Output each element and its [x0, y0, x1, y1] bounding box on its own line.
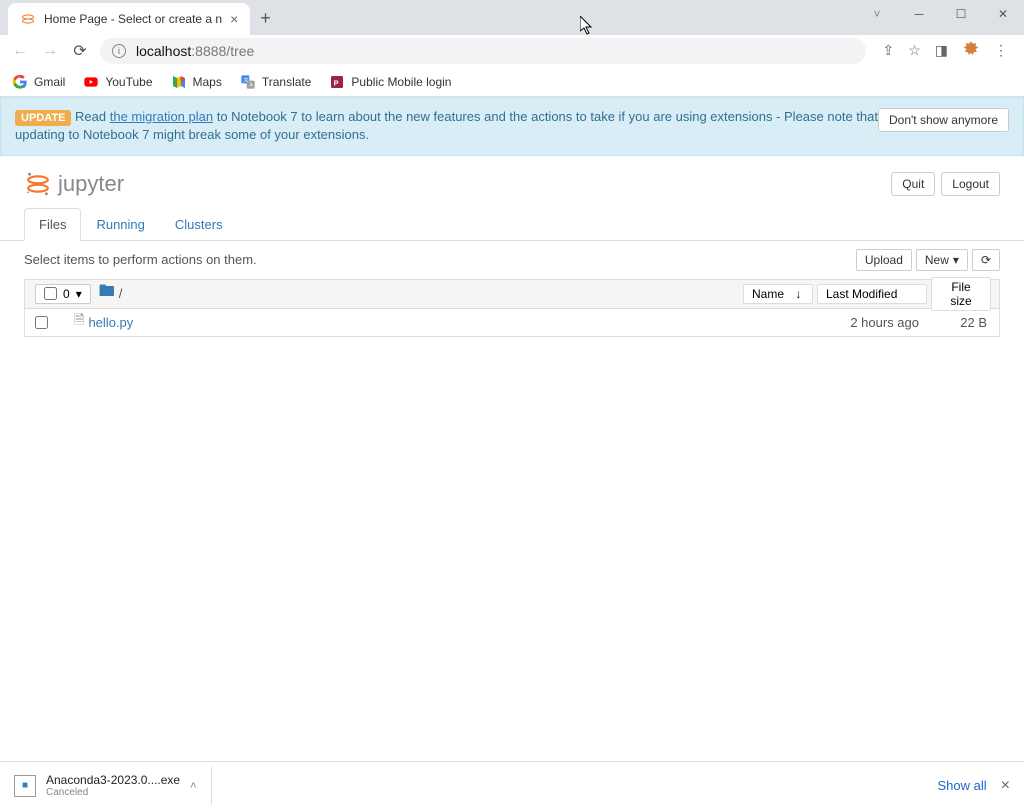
- dismiss-banner-button[interactable]: Don't show anymore: [878, 108, 1009, 132]
- bookmark-maps[interactable]: Maps: [171, 74, 222, 90]
- download-file-icon: ■: [14, 775, 36, 797]
- column-file-size[interactable]: File size: [931, 277, 991, 311]
- file-icon: 🗎: [74, 311, 84, 333]
- chevron-up-icon[interactable]: ˄: [190, 780, 196, 792]
- bookmark-gmail[interactable]: Gmail: [12, 74, 65, 90]
- download-filename: Anaconda3-2023.0....exe: [46, 773, 180, 787]
- browser-tab[interactable]: Home Page - Select or create a n ×: [8, 3, 250, 35]
- tab-files[interactable]: Files: [24, 208, 81, 241]
- url-domain: localhost: [136, 43, 191, 59]
- jupyter-logo-icon: [24, 170, 52, 198]
- upload-button[interactable]: Upload: [856, 249, 912, 271]
- file-list-header: 0 ▾ 🖿 / Name ↓ Last Modified File size: [24, 279, 1000, 309]
- tab-clusters[interactable]: Clusters: [160, 208, 238, 241]
- new-tab-button[interactable]: +: [260, 8, 271, 35]
- tab-search-icon[interactable]: ˅: [856, 0, 898, 28]
- bookmarks-bar: Gmail YouTube Maps 文A Translate P Public…: [0, 67, 1024, 97]
- tab-title: Home Page - Select or create a n: [44, 12, 222, 26]
- share-icon[interactable]: ⇪: [882, 42, 894, 59]
- file-size: 22 B: [931, 315, 991, 330]
- selection-count: 0: [63, 287, 70, 301]
- toolbar-hint: Select items to perform actions on them.: [24, 252, 257, 267]
- select-all-checkbox[interactable]: [44, 287, 57, 300]
- folder-icon[interactable]: 🖿: [99, 280, 115, 307]
- close-window-button[interactable]: ✕: [982, 0, 1024, 28]
- update-badge: UPDATE: [15, 110, 71, 126]
- forward-button[interactable]: →: [40, 42, 60, 60]
- quit-button[interactable]: Quit: [891, 172, 935, 196]
- download-status: Canceled: [46, 787, 180, 798]
- window-controls: ˅ ─ ☐ ✕: [856, 0, 1024, 28]
- bookmark-translate[interactable]: 文A Translate: [240, 74, 312, 90]
- google-g-icon: [12, 74, 28, 90]
- youtube-icon: [83, 74, 99, 90]
- minimize-button[interactable]: ─: [898, 0, 940, 28]
- maximize-button[interactable]: ☐: [940, 0, 982, 28]
- banner-message: UPDATE Read the migration plan to Notebo…: [15, 108, 878, 145]
- main-tabs: Files Running Clusters: [0, 208, 1024, 241]
- browser-tab-strip: Home Page - Select or create a n × + ˅ ─…: [0, 0, 1024, 35]
- public-mobile-icon: P: [329, 74, 345, 90]
- download-item[interactable]: ■ Anaconda3-2023.0....exe Canceled ˄: [14, 767, 212, 805]
- caret-down-icon: ▾: [953, 253, 959, 267]
- refresh-icon: ⟳: [981, 253, 991, 267]
- file-row[interactable]: 🗎 hello.py 2 hours ago 22 B: [24, 309, 1000, 337]
- new-dropdown-button[interactable]: New▾: [916, 249, 968, 271]
- site-info-icon[interactable]: i: [112, 44, 126, 58]
- select-all-control[interactable]: 0 ▾: [35, 284, 91, 304]
- back-button[interactable]: ←: [10, 42, 30, 60]
- file-browser: 0 ▾ 🖿 / Name ↓ Last Modified File size 🗎…: [0, 279, 1024, 347]
- update-banner: UPDATE Read the migration plan to Notebo…: [0, 97, 1024, 156]
- svg-text:A: A: [249, 82, 253, 88]
- menu-dots-icon[interactable]: ⋮: [994, 42, 1008, 59]
- close-download-bar-icon[interactable]: ×: [1001, 777, 1010, 795]
- bookmark-youtube[interactable]: YouTube: [83, 74, 152, 90]
- close-tab-icon[interactable]: ×: [230, 11, 238, 27]
- show-all-downloads[interactable]: Show all: [938, 778, 987, 793]
- extension-icon[interactable]: [962, 40, 980, 61]
- jupyter-logo[interactable]: jupyter: [24, 170, 124, 198]
- file-toolbar: Select items to perform actions on them.…: [0, 241, 1024, 279]
- translate-icon: 文A: [240, 74, 256, 90]
- jupyter-header: jupyter Quit Logout: [0, 156, 1024, 208]
- side-panel-icon[interactable]: ◨: [935, 42, 948, 59]
- address-bar: ← → ⟳ i localhost:8888/tree ⇪ ☆ ◨ ⋮: [0, 35, 1024, 67]
- migration-plan-link[interactable]: the migration plan: [110, 109, 213, 124]
- jupyter-favicon: [20, 11, 36, 27]
- column-name[interactable]: Name ↓: [743, 284, 813, 304]
- row-checkbox[interactable]: [35, 316, 48, 329]
- bookmark-star-icon[interactable]: ☆: [908, 42, 921, 59]
- tab-running[interactable]: Running: [81, 208, 159, 241]
- reload-button[interactable]: ⟳: [70, 41, 90, 61]
- breadcrumb[interactable]: /: [119, 286, 123, 301]
- logout-button[interactable]: Logout: [941, 172, 1000, 196]
- url-path: :8888/tree: [191, 43, 254, 59]
- jupyter-brand-text: jupyter: [58, 171, 124, 197]
- sort-arrow-down-icon: ↓: [795, 287, 801, 301]
- download-bar: ■ Anaconda3-2023.0....exe Canceled ˄ Sho…: [0, 761, 1024, 809]
- address-bar-right: ⇪ ☆ ◨ ⋮: [876, 40, 1014, 61]
- bookmark-public-mobile[interactable]: P Public Mobile login: [329, 74, 451, 90]
- svg-text:P: P: [334, 78, 339, 87]
- column-last-modified[interactable]: Last Modified: [817, 284, 927, 304]
- refresh-button[interactable]: ⟳: [972, 249, 1000, 271]
- file-link[interactable]: hello.py: [88, 315, 133, 330]
- url-input[interactable]: i localhost:8888/tree: [100, 38, 866, 64]
- maps-icon: [171, 74, 187, 90]
- file-modified: 2 hours ago: [821, 315, 931, 330]
- caret-down-icon: ▾: [76, 287, 82, 301]
